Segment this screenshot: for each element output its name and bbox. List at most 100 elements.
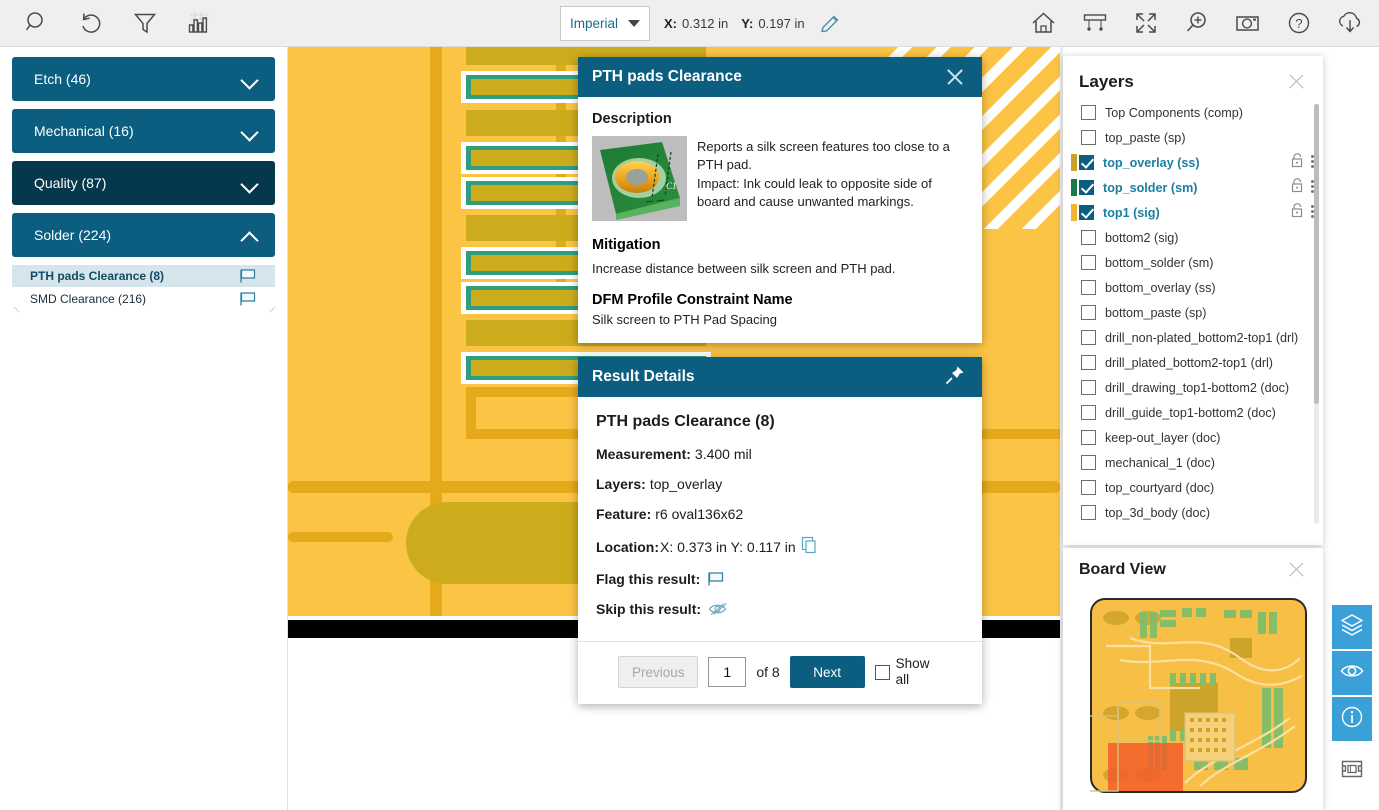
layer-checkbox[interactable] [1081,105,1096,120]
chart-icon[interactable] [184,8,214,38]
layer-row[interactable]: bottom_solder (sm) [1063,250,1323,275]
layer-row[interactable] [1063,525,1323,530]
layer-checkbox[interactable] [1079,155,1094,170]
layer-row[interactable]: drill_plated_bottom2-top1 (drl) [1063,350,1323,375]
sidebar-group-etch[interactable]: Etch (46) [12,57,275,101]
eye-icon [1339,658,1365,689]
flag-label: Flag this result: [596,571,701,587]
result-field-layers: Layers: top_overlay [596,476,964,492]
lock-icon[interactable] [1291,152,1304,173]
lock-icon[interactable] [1291,177,1304,198]
layer-checkbox[interactable] [1081,305,1096,320]
close-icon[interactable] [1287,560,1307,580]
pcb-trace [288,532,393,542]
sidebar-group-mechanical[interactable]: Mechanical (16) [12,109,275,153]
layer-row[interactable]: mechanical_1 (doc) [1063,450,1323,475]
pencil-icon[interactable] [819,13,841,35]
undo-icon[interactable] [76,8,106,38]
layer-row[interactable]: bottom_overlay (ss) [1063,275,1323,300]
flag-icon[interactable] [239,268,257,284]
sidebar-item-label: PTH pads Clearance (8) [30,269,165,283]
layer-label: top_overlay (ss) [1103,155,1200,170]
field-value: 3.400 mil [694,446,752,462]
board-rail-button[interactable] [1332,749,1372,793]
layer-checkbox[interactable] [1081,380,1096,395]
filter-icon[interactable] [130,8,160,38]
layer-row[interactable]: top_courtyard (doc) [1063,475,1323,500]
eye-slash-icon[interactable] [708,601,728,617]
layer-checkbox[interactable] [1081,130,1096,145]
help-icon[interactable]: ? [1284,8,1314,38]
close-icon[interactable] [1287,72,1307,92]
field-label: Layers: [596,476,646,492]
layer-label: bottom2 (sig) [1105,230,1179,245]
layer-checkbox[interactable] [1081,330,1096,345]
result-flag-row: Flag this result: [596,571,964,587]
fit-screen-icon[interactable] [1131,8,1161,38]
page-number-input[interactable]: 1 [708,657,747,687]
pin-icon[interactable] [944,364,966,391]
layers-rail-button[interactable] [1332,605,1372,649]
layer-row[interactable]: drill_drawing_top1-bottom2 (doc) [1063,375,1323,400]
layer-checkbox[interactable] [1081,455,1096,470]
layer-row[interactable]: drill_guide_top1-bottom2 (doc) [1063,400,1323,425]
previous-button[interactable]: Previous [618,656,699,688]
info-dialog: PTH pads Clearance Description C1 Report… [578,57,982,343]
layer-row[interactable]: top1 (sig) [1063,200,1323,225]
layer-checkbox[interactable] [1081,480,1096,495]
next-button[interactable]: Next [789,656,865,688]
visibility-rail-button[interactable] [1332,651,1372,695]
flag-icon[interactable] [707,571,725,587]
show-all-checkbox[interactable]: Show all [874,656,942,687]
layers-scrollbar[interactable] [1314,104,1319,524]
layer-row[interactable]: keep-out_layer (doc) [1063,425,1323,450]
layer-row[interactable]: bottom2 (sig) [1063,225,1323,250]
layer-row[interactable]: drill_non-plated_bottom2-top1 (drl) [1063,325,1323,350]
layer-checkbox[interactable] [1081,230,1096,245]
result-pager: Previous 1 of 8 Next Show all [578,641,982,704]
download-icon[interactable] [1335,8,1365,38]
result-field-measurement: Measurement: 3.400 mil [596,446,964,462]
layer-row[interactable]: Top Components (comp) [1063,100,1323,125]
layer-row[interactable]: bottom_paste (sp) [1063,300,1323,325]
layer-checkbox[interactable] [1081,255,1096,270]
lock-icon[interactable] [1291,202,1304,223]
toolbar-right-group: ? [1029,8,1365,38]
sidebar-group-quality[interactable]: Quality (87) [12,161,275,205]
description-row: C1 Reports a silk screen features too cl… [592,136,966,221]
result-details-dialog: Result Details PTH pads Clearance (8) Me… [578,357,982,704]
layer-checkbox[interactable] [1081,280,1096,295]
layer-row[interactable]: top_solder (sm) [1063,175,1323,200]
checkbox-box[interactable] [874,664,890,680]
layers-list[interactable]: Top Components (comp) top_paste (sp) top… [1063,100,1323,530]
layer-row[interactable]: top_overlay (ss) [1063,150,1323,175]
field-label: Location: [596,538,659,555]
sidebar-item-pth-pads-clearance[interactable]: PTH pads Clearance (8) [12,265,275,287]
copy-icon[interactable] [801,536,819,557]
layers-scrollbar-thumb[interactable] [1314,104,1319,404]
pcb-board-thumbnail[interactable] [1077,598,1307,793]
home-icon[interactable] [1029,8,1059,38]
layer-checkbox[interactable] [1081,430,1096,445]
info-rail-button[interactable] [1332,697,1372,741]
sidebar-resize-handle[interactable] [10,300,278,313]
layer-row[interactable]: top_3d_body (doc) [1063,500,1323,525]
sidebar-group-label: Solder (224) [34,227,112,243]
zoom-in-icon[interactable] [1182,8,1212,38]
camera-icon[interactable] [1233,8,1263,38]
close-icon[interactable] [944,66,966,88]
layer-checkbox[interactable] [1081,355,1096,370]
sidebar-group-solder[interactable]: Solder (224) [12,213,275,257]
layer-checkbox[interactable] [1079,180,1094,195]
unit-select[interactable]: Imperial [560,6,650,41]
layer-row[interactable]: top_paste (sp) [1063,125,1323,150]
field-label: Measurement: [596,446,691,462]
layer-label: top_courtyard (doc) [1105,480,1215,495]
chevron-up-icon [242,228,257,243]
layer-label: drill_drawing_top1-bottom2 (doc) [1105,380,1290,395]
layer-checkbox[interactable] [1081,405,1096,420]
measure-icon[interactable] [1080,8,1110,38]
search-icon[interactable] [22,8,52,38]
layer-checkbox[interactable] [1081,505,1096,520]
layer-checkbox[interactable] [1079,205,1094,220]
